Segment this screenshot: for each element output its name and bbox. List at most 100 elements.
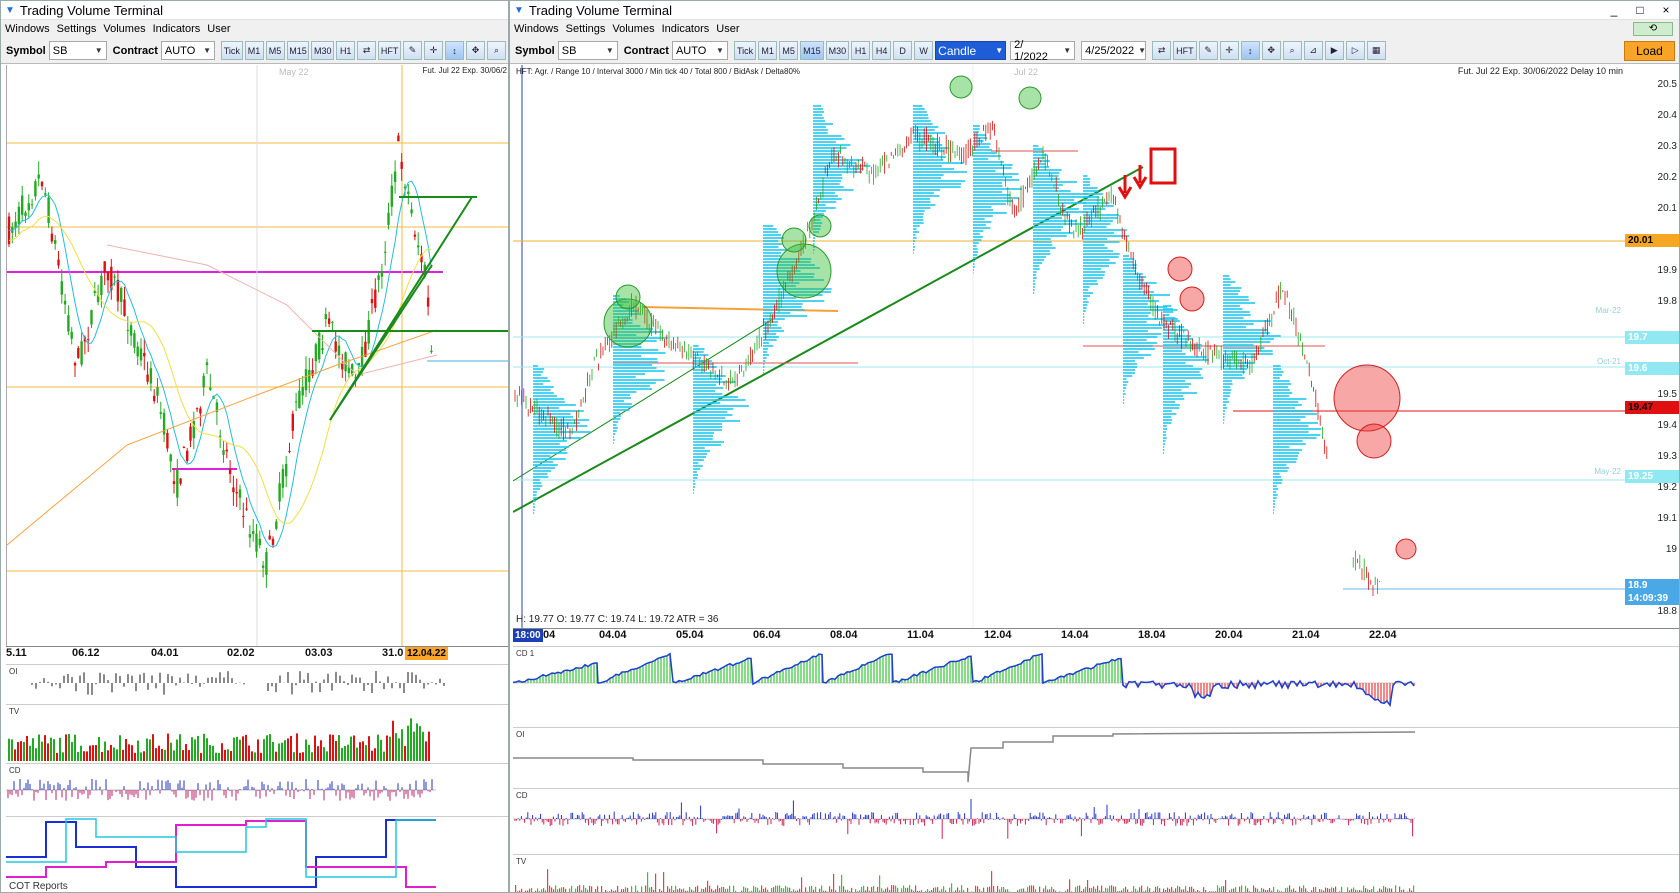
- hft-button[interactable]: HFT: [378, 41, 402, 60]
- menu-settings[interactable]: Settings: [57, 23, 97, 35]
- pen-icon[interactable]: ✎: [1198, 41, 1218, 60]
- volume-profile-bar: [533, 368, 545, 370]
- menu-windows[interactable]: Windows: [5, 23, 50, 35]
- volume-profile-bar: [613, 373, 646, 375]
- date-to-picker[interactable]: 4/25/2022 ▼: [1081, 41, 1147, 60]
- right-title-bar[interactable]: ▼ Trading Volume Terminal _ □ ×: [510, 1, 1679, 20]
- volume-profile-bar: [1123, 393, 1126, 395]
- tf-h1-button[interactable]: H1: [336, 41, 356, 60]
- oi-bar: [127, 674, 129, 683]
- pen-icon[interactable]: ✎: [403, 41, 423, 60]
- vertical-scale-icon[interactable]: ↕: [445, 41, 465, 60]
- hft-button[interactable]: HFT: [1173, 41, 1197, 60]
- tf-m15-button[interactable]: M15: [800, 41, 824, 60]
- volume-bar: [1403, 889, 1405, 892]
- crosshair-icon[interactable]: ✛: [424, 41, 444, 60]
- right-chart-canvas[interactable]: [513, 65, 1679, 628]
- tf-m30-button[interactable]: M30: [825, 41, 850, 60]
- tf-d-button[interactable]: D: [893, 41, 913, 60]
- chart-type-select[interactable]: Candle ▼: [935, 41, 1007, 60]
- refresh-icon[interactable]: ⟲: [1633, 22, 1673, 36]
- tf-m5-button[interactable]: M5: [779, 41, 799, 60]
- ruler-icon[interactable]: ⊿: [1303, 41, 1323, 60]
- tf-m5-button[interactable]: M5: [265, 41, 285, 60]
- maximize-button[interactable]: □: [1627, 3, 1653, 17]
- close-button[interactable]: ×: [1653, 3, 1679, 17]
- volume-bar: [1221, 886, 1223, 892]
- volume-profile-bar: [1223, 383, 1233, 385]
- big-trade-bubble: [776, 243, 832, 299]
- volume-profile-bar: [613, 439, 615, 441]
- move-icon[interactable]: ✥: [1261, 41, 1281, 60]
- menu-indicators[interactable]: Indicators: [662, 23, 710, 35]
- volume-bar: [1329, 888, 1331, 892]
- tf-m30-button[interactable]: M30: [311, 41, 335, 60]
- candle-body: [278, 483, 281, 502]
- contract-select[interactable]: AUTO ▼: [160, 41, 216, 60]
- menu-user[interactable]: User: [207, 23, 230, 35]
- arrows-icon[interactable]: ⇄: [357, 41, 377, 60]
- load-button[interactable]: Load: [1624, 40, 1675, 61]
- contract-select[interactable]: AUTO ▼: [671, 41, 728, 60]
- candle-body: [430, 350, 433, 353]
- grid-icon[interactable]: ▦: [1366, 41, 1386, 60]
- volume-profile-bar: [533, 503, 535, 505]
- volume-bar: [1027, 887, 1029, 892]
- volume-bar: [521, 888, 523, 892]
- symbol-select[interactable]: SB ▼: [557, 41, 618, 60]
- tf-m1-button[interactable]: M1: [244, 41, 264, 60]
- right-price-chart[interactable]: HFT: Agr. / Range 10 / Interval 3000 / M…: [513, 65, 1679, 628]
- tf-tick-button[interactable]: Tick: [221, 41, 243, 60]
- volume-profile-bar: [1223, 335, 1281, 337]
- volume-bar: [8, 738, 10, 761]
- play-icon[interactable]: ▶: [1324, 41, 1344, 60]
- left-price-chart[interactable]: Fut. Jul 22 Exp. 30/06/2 May 22: [6, 65, 509, 647]
- menu-volumes[interactable]: Volumes: [103, 23, 145, 35]
- volume-profile-bar: [533, 380, 551, 382]
- step-icon[interactable]: ▷: [1345, 41, 1365, 60]
- zoom-icon[interactable]: ⌕: [487, 41, 507, 60]
- minimize-button[interactable]: _: [1601, 3, 1627, 17]
- menu-windows[interactable]: Windows: [514, 23, 559, 35]
- volume-bar: [203, 733, 205, 761]
- symbol-select[interactable]: SB ▼: [48, 41, 107, 60]
- volume-bar: [1363, 885, 1365, 892]
- tf-h4-button[interactable]: H4: [872, 41, 892, 60]
- tf-w-button[interactable]: W: [914, 41, 934, 60]
- right-tv-panel: TV: [513, 854, 1679, 892]
- arrows-icon[interactable]: ⇄: [1152, 41, 1172, 60]
- volume-bar: [757, 887, 759, 892]
- zoom-icon[interactable]: ⌕: [1282, 41, 1302, 60]
- volume-profile-bar: [1273, 425, 1309, 427]
- volume-bar: [649, 887, 651, 892]
- volume-bar: [631, 886, 633, 892]
- volume-bar: [911, 889, 913, 892]
- volume-profile-bar: [813, 120, 826, 122]
- move-icon[interactable]: ✥: [466, 41, 486, 60]
- menu-user[interactable]: User: [716, 23, 739, 35]
- menu-settings[interactable]: Settings: [566, 23, 606, 35]
- crosshair-icon[interactable]: ✛: [1219, 41, 1239, 60]
- left-title-bar[interactable]: ▼ Trading Volume Terminal: [1, 1, 508, 20]
- vertical-scale-icon[interactable]: ↕: [1240, 41, 1260, 60]
- tf-tick-button[interactable]: Tick: [733, 41, 757, 60]
- volume-profile-bar: [1083, 307, 1087, 309]
- tf-m15-button[interactable]: M15: [286, 41, 310, 60]
- volume-profile-bar: [1273, 377, 1280, 379]
- volume-bar: [957, 887, 959, 892]
- menu-volumes[interactable]: Volumes: [612, 23, 654, 35]
- volume-bar: [999, 889, 1001, 892]
- volume-profile-bar: [1083, 316, 1085, 318]
- big-trade-bubble: [1395, 538, 1417, 560]
- date-from-picker[interactable]: 2/ 1/2022 ▼: [1010, 39, 1076, 63]
- menu-indicators[interactable]: Indicators: [153, 23, 201, 35]
- volume-profile-bar: [533, 470, 552, 472]
- left-chart-canvas[interactable]: [7, 65, 509, 647]
- oi-bar: [287, 672, 289, 683]
- tf-m1-button[interactable]: M1: [758, 41, 778, 60]
- volume-bar: [287, 738, 289, 761]
- tf-h1-button[interactable]: H1: [851, 41, 871, 60]
- volume-bar: [975, 885, 977, 892]
- volume-profile-bar: [763, 246, 779, 248]
- volume-bar: [68, 733, 70, 761]
